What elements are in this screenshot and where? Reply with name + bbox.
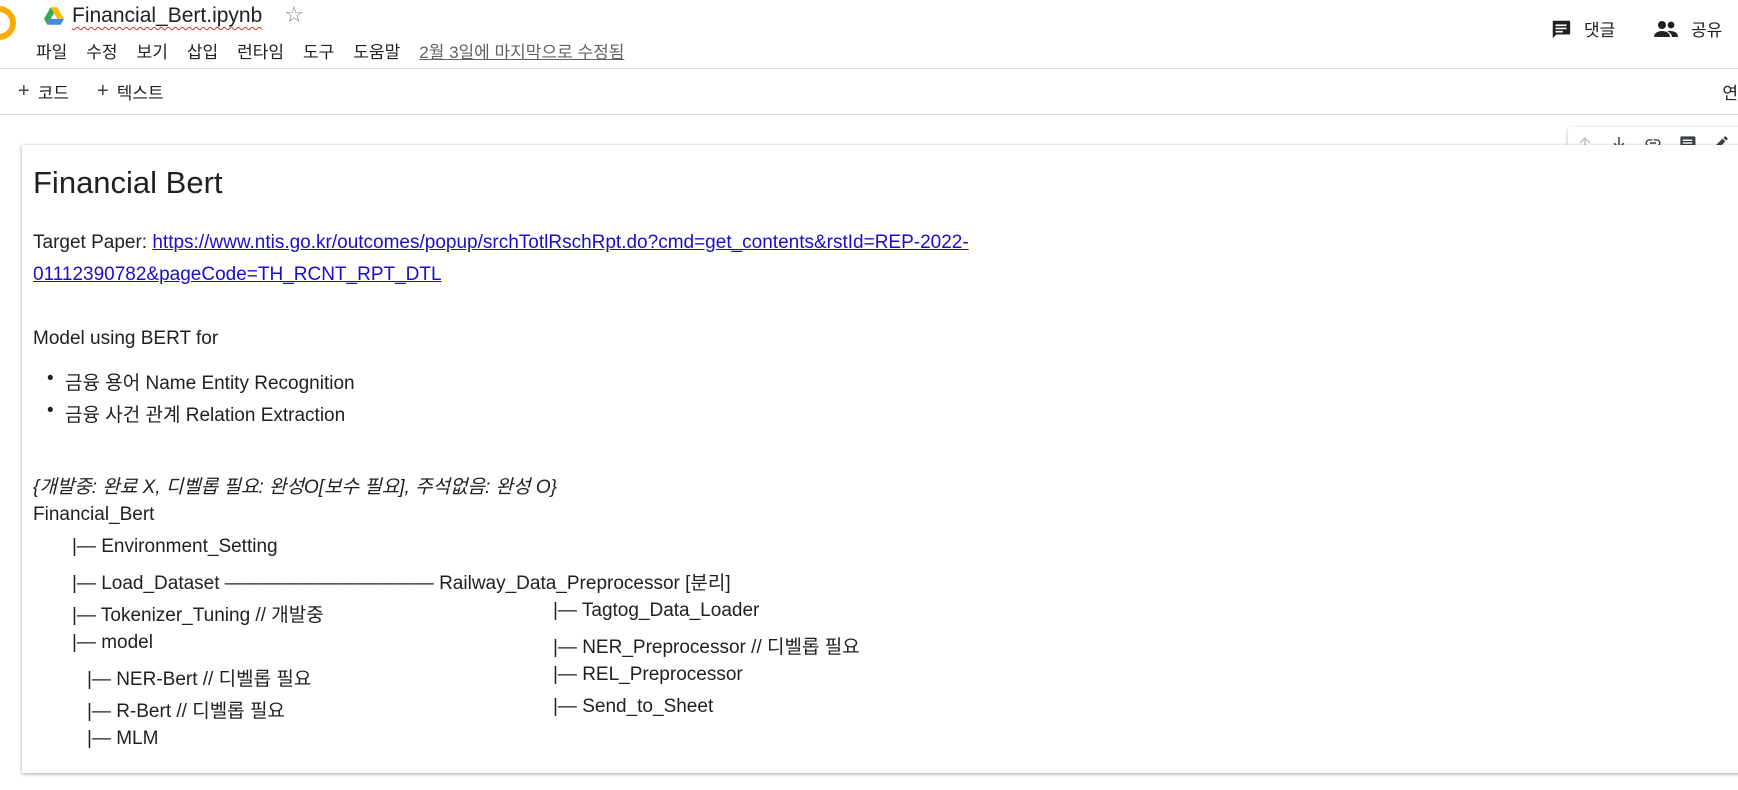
tree-item: |— Tokenizer_Tuning // 개발중 bbox=[72, 605, 324, 626]
star-outline-icon[interactable]: ☆ bbox=[284, 5, 304, 27]
menu-tools[interactable]: 도구 bbox=[303, 38, 334, 63]
tree-item: |— NER_Preprocessor // 디벨롭 필요 bbox=[553, 637, 860, 658]
comment-button[interactable]: 댓글 bbox=[1550, 16, 1615, 41]
menu-view[interactable]: 보기 bbox=[137, 38, 168, 63]
tree-item: |— R-Bert // 디벨롭 필요 bbox=[87, 701, 285, 722]
target-paper-link[interactable]: https://www.ntis.go.kr/outcomes/popup/sr… bbox=[152, 232, 968, 253]
plus-icon: + bbox=[18, 80, 30, 102]
menu-insert[interactable]: 삽입 bbox=[187, 38, 218, 63]
plus-icon: + bbox=[97, 80, 109, 102]
title-row: Financial_Bert.ipynb ☆ bbox=[44, 3, 304, 29]
people-icon bbox=[1654, 20, 1678, 37]
connect-button[interactable]: 연 bbox=[1722, 79, 1738, 104]
tree-root: Financial_Bert bbox=[33, 504, 155, 525]
menu-runtime[interactable]: 런타임 bbox=[237, 38, 284, 63]
google-drive-icon[interactable] bbox=[44, 7, 64, 25]
menu-bar: 파일 수정 보기 삽입 런타임 도구 도움말 2월 3일에 마지막으로 수정됨 bbox=[36, 38, 624, 63]
tree-item: |— REL_Preprocessor bbox=[553, 664, 743, 685]
tree-item: |— Send_to_Sheet bbox=[553, 696, 714, 717]
add-code-label: 코드 bbox=[37, 84, 69, 103]
add-code-button[interactable]: + 코드 bbox=[18, 79, 69, 104]
menu-edit[interactable]: 수정 bbox=[86, 38, 117, 63]
menu-help[interactable]: 도움말 bbox=[353, 38, 400, 63]
tree-item: |— MLM bbox=[87, 728, 159, 749]
share-label: 공유 bbox=[1691, 21, 1723, 40]
list-item: 금융 용어 Name Entity Recognition bbox=[47, 368, 355, 395]
tree-item: |— NER-Bert // 디벨롭 필요 bbox=[87, 669, 312, 690]
share-button[interactable]: 공유 bbox=[1653, 16, 1722, 41]
target-paper-link-continued[interactable]: 01112390782&pageCode=TH_RCNT_RPT_DTL bbox=[33, 264, 442, 285]
last-edited-link[interactable]: 2월 3일에 마지막으로 수정됨 bbox=[419, 38, 624, 63]
target-paper-line-2: 01112390782&pageCode=TH_RCNT_RPT_DTL bbox=[33, 264, 442, 286]
text-cell[interactable]: Financial Bert Target Paper: https://www… bbox=[22, 145, 1738, 773]
app-header: Financial_Bert.ipynb ☆ 파일 수정 보기 삽입 런타임 도… bbox=[0, 0, 1738, 69]
model-intro: Model using BERT for bbox=[33, 328, 219, 349]
cell-heading: Financial Bert bbox=[33, 165, 223, 200]
tree-item: |— Environment_Setting bbox=[72, 536, 278, 557]
comment-label: 댓글 bbox=[1584, 21, 1616, 40]
add-text-label: 텍스트 bbox=[116, 84, 164, 103]
menu-file[interactable]: 파일 bbox=[36, 38, 67, 63]
tree-item: |— Tagtog_Data_Loader bbox=[553, 600, 760, 621]
target-paper-line: Target Paper: https://www.ntis.go.kr/out… bbox=[33, 232, 969, 254]
notebook-toolbar: + 코드 + 텍스트 연 bbox=[0, 69, 1738, 115]
colab-logo[interactable] bbox=[0, 6, 16, 40]
tree-item: |— Load_Dataset ——————————— Railway_Data… bbox=[72, 573, 731, 594]
status-legend: {개발중: 완료 X, 디벨롭 필요: 완성O[보수 필요], 주석없음: 완성… bbox=[33, 477, 557, 498]
notebook-title[interactable]: Financial_Bert.ipynb bbox=[72, 4, 262, 28]
list-item: 금융 사건 관계 Relation Extraction bbox=[47, 400, 345, 427]
add-text-button[interactable]: + 텍스트 bbox=[97, 79, 164, 104]
tree-item: |— model bbox=[72, 632, 153, 653]
target-paper-label: Target Paper: bbox=[33, 232, 153, 253]
comment-icon bbox=[1552, 20, 1571, 38]
